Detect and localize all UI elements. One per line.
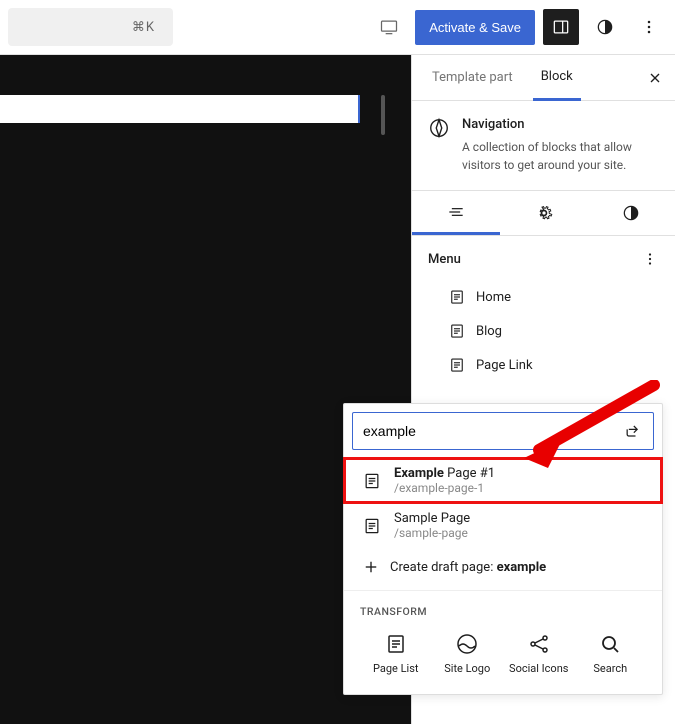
cmd-hint-text: ⌘K xyxy=(132,20,155,35)
result-text: Sample Page /sample-page xyxy=(394,511,470,540)
toolbar-right: Activate & Save xyxy=(371,9,667,45)
subtab-settings[interactable] xyxy=(500,191,588,235)
menu-item-page-link[interactable]: Page Link xyxy=(448,348,659,382)
menu-list: Home Blog Page Link xyxy=(428,280,659,382)
menu-options-button[interactable] xyxy=(641,250,659,268)
menu-item-label: Home xyxy=(476,290,511,305)
menu-item-label: Blog xyxy=(476,324,502,339)
nav-block-preview[interactable] xyxy=(0,95,360,123)
link-search-field[interactable] xyxy=(352,412,654,450)
result-slug: /example-page-1 xyxy=(394,481,495,495)
menu-header: Menu xyxy=(428,250,659,268)
transform-label: Page List xyxy=(373,662,418,676)
sidebar-icon xyxy=(551,17,571,37)
block-info-text: Navigation A collection of blocks that a… xyxy=(462,117,659,174)
menu-section: Menu Home Blog Page Link xyxy=(412,236,675,396)
activate-save-button[interactable]: Activate & Save xyxy=(415,10,535,45)
navigation-icon xyxy=(428,117,450,174)
page-icon xyxy=(362,516,382,536)
menu-item-home[interactable]: Home xyxy=(448,280,659,314)
scrollbar[interactable] xyxy=(381,95,385,135)
more-menu-button[interactable] xyxy=(631,9,667,45)
search-icon xyxy=(598,632,622,656)
result-title: Example Page #1 xyxy=(394,466,495,481)
create-draft-label: Create draft page: example xyxy=(390,560,546,575)
sidebar-tabs: Template part Block xyxy=(412,55,675,101)
desktop-icon xyxy=(379,17,399,37)
close-sidebar-button[interactable] xyxy=(647,70,663,86)
transform-social-icons[interactable]: Social Icons xyxy=(509,632,569,676)
result-slug: /sample-page xyxy=(394,526,470,540)
page-icon xyxy=(448,288,466,306)
view-button[interactable] xyxy=(371,9,407,45)
tab-block[interactable]: Block xyxy=(533,56,581,101)
block-title: Navigation xyxy=(462,117,659,132)
share-icon xyxy=(527,632,551,656)
transform-heading: TRANSFORM xyxy=(360,605,646,618)
transform-section: TRANSFORM Page List Site Logo Social Ico… xyxy=(344,590,662,694)
transform-label: Social Icons xyxy=(509,662,568,676)
command-hint[interactable]: ⌘K xyxy=(8,8,173,46)
transform-options: Page List Site Logo Social Icons Search xyxy=(360,632,646,676)
gear-icon xyxy=(534,203,554,223)
submit-icon[interactable] xyxy=(623,421,643,441)
subtab-list[interactable] xyxy=(412,191,500,235)
menu-title: Menu xyxy=(428,252,461,267)
search-result-example-page[interactable]: Example Page #1 /example-page-1 xyxy=(344,458,662,503)
search-result-sample-page[interactable]: Sample Page /sample-page xyxy=(344,503,662,548)
link-search-input[interactable] xyxy=(363,423,615,439)
transform-label: Site Logo xyxy=(444,662,490,676)
transform-search[interactable]: Search xyxy=(580,632,640,676)
list-icon xyxy=(446,202,466,222)
block-info-panel: Navigation A collection of blocks that a… xyxy=(412,101,675,191)
toolbar-left: ⌘K xyxy=(8,8,173,46)
page-icon xyxy=(448,322,466,340)
settings-toggle-button[interactable] xyxy=(543,9,579,45)
result-title: Sample Page xyxy=(394,511,470,526)
create-draft-page[interactable]: Create draft page: example xyxy=(344,548,662,590)
site-logo-icon xyxy=(455,632,479,656)
block-subtabs xyxy=(412,191,675,236)
top-toolbar: ⌘K Activate & Save xyxy=(0,0,675,55)
menu-item-blog[interactable]: Blog xyxy=(448,314,659,348)
close-icon xyxy=(647,70,663,86)
transform-site-logo[interactable]: Site Logo xyxy=(437,632,497,676)
page-list-icon xyxy=(384,632,408,656)
plus-icon xyxy=(362,558,380,576)
dots-vertical-icon xyxy=(639,17,659,37)
menu-item-label: Page Link xyxy=(476,358,533,373)
half-circle-icon xyxy=(595,17,615,37)
page-icon xyxy=(448,356,466,374)
result-text: Example Page #1 /example-page-1 xyxy=(394,466,495,495)
subtab-styles[interactable] xyxy=(587,191,675,235)
link-dropdown-panel: Example Page #1 /example-page-1 Sample P… xyxy=(343,403,663,695)
tab-template-part[interactable]: Template part xyxy=(424,55,521,100)
transform-page-list[interactable]: Page List xyxy=(366,632,426,676)
page-icon xyxy=(362,471,382,491)
transform-label: Search xyxy=(593,662,627,676)
half-circle-icon xyxy=(621,203,641,223)
block-description: A collection of blocks that allow visito… xyxy=(462,138,659,174)
styles-button[interactable] xyxy=(587,9,623,45)
dots-vertical-icon xyxy=(641,250,659,268)
